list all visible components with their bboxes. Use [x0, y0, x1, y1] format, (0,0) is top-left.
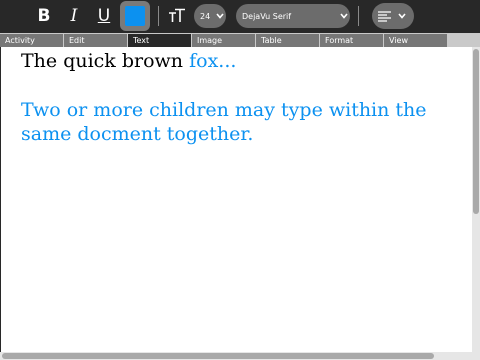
- underline-button[interactable]: U: [90, 2, 118, 30]
- tab-format[interactable]: Format: [320, 34, 383, 47]
- tab-image[interactable]: Image: [192, 34, 255, 47]
- tab-text[interactable]: Text: [128, 34, 191, 47]
- text-size-button[interactable]: [165, 2, 189, 30]
- italic-button[interactable]: I: [60, 2, 88, 30]
- vertical-scrollbar[interactable]: [472, 47, 480, 360]
- text-paragraph-2: Two or more children may type within the…: [21, 99, 427, 145]
- toolbar-separator: [358, 6, 359, 26]
- horizontal-scrollbar[interactable]: [0, 352, 472, 360]
- toolbar-separator: [158, 6, 159, 26]
- vertical-scroll-thumb[interactable]: [473, 49, 479, 214]
- tab-table[interactable]: Table: [256, 34, 319, 47]
- chevron-down-icon: [338, 13, 350, 19]
- font-size-combo[interactable]: 24: [194, 4, 226, 28]
- text-line-1: The quick brown fox...: [21, 48, 236, 74]
- text-run-black: The quick brown: [21, 50, 190, 72]
- chevron-down-icon: [398, 13, 410, 19]
- text-run-blue: fox...: [189, 50, 237, 72]
- font-family-value: DejaVu Serif: [242, 11, 292, 21]
- alignment-combo[interactable]: [372, 3, 414, 29]
- toolbar: B I U 24 DejaVu Serif: [0, 0, 480, 33]
- color-swatch: [125, 6, 145, 26]
- bold-button[interactable]: B: [30, 2, 58, 30]
- font-family-combo[interactable]: DejaVu Serif: [236, 4, 350, 28]
- font-size-value: 24: [200, 11, 211, 21]
- horizontal-scroll-thumb[interactable]: [2, 353, 434, 359]
- toolbar-tabs: Activity Edit Text Image Table Format Vi…: [0, 33, 480, 47]
- text-color-button[interactable]: [120, 1, 150, 31]
- chevron-down-icon: [214, 13, 226, 19]
- tab-view[interactable]: View: [384, 34, 447, 47]
- document-editor[interactable]: The quick brown fox... Two or more child…: [1, 47, 472, 352]
- text-size-icon: [169, 8, 185, 22]
- tab-activity[interactable]: Activity: [0, 34, 63, 47]
- tab-edit[interactable]: Edit: [64, 34, 127, 47]
- align-left-icon: [372, 10, 398, 22]
